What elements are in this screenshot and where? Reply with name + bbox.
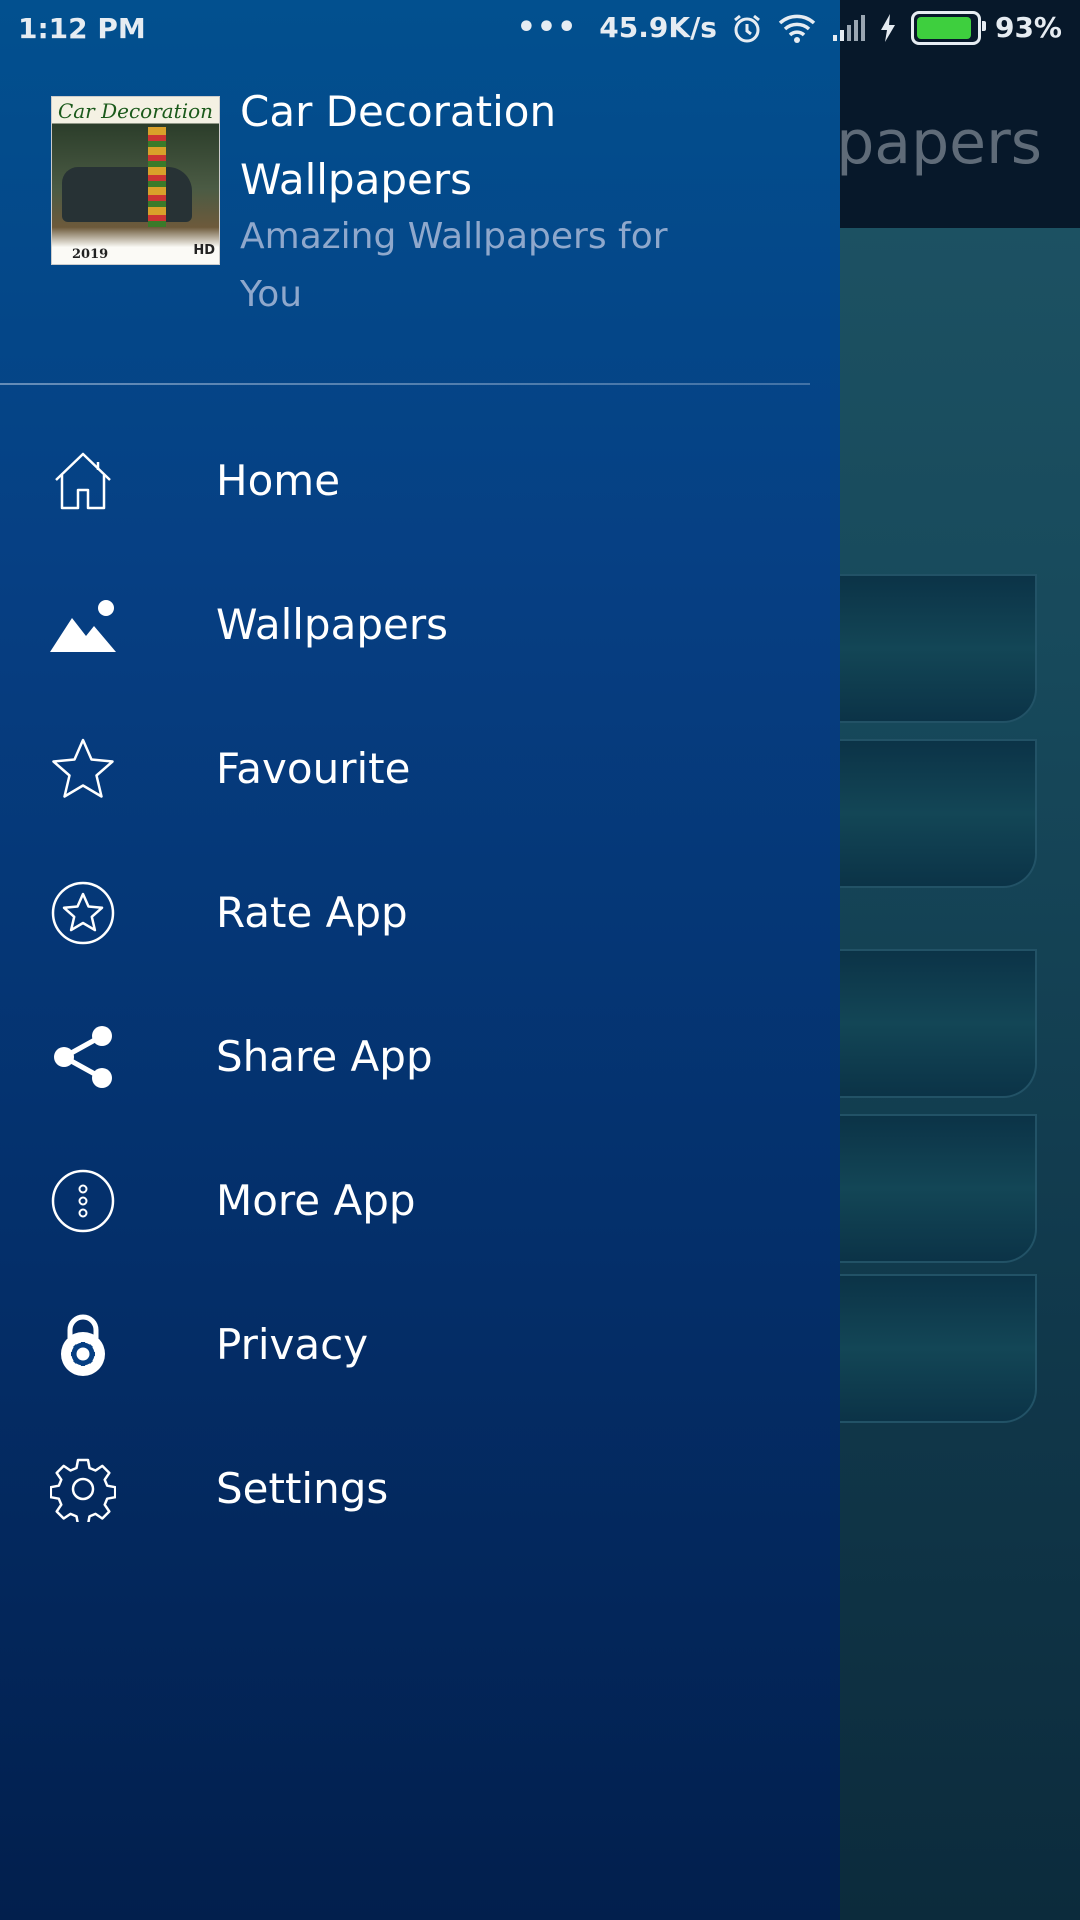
background-title: papers [836, 108, 1042, 178]
menu-item-label: Share App [216, 1032, 433, 1081]
header-divider [0, 383, 810, 385]
menu-item-settings[interactable]: Settings [0, 1416, 840, 1560]
app-subtitle: Amazing Wallpapers for You [240, 216, 668, 315]
menu-item-favourite[interactable]: Favourite [0, 696, 840, 840]
home-icon [50, 448, 116, 514]
status-time: 1:12 PM [18, 12, 146, 45]
menu-item-share-app[interactable]: Share App [0, 984, 840, 1128]
app-title: Car Decoration Wallpapers [240, 87, 557, 204]
alarm-icon [731, 12, 763, 44]
gear-icon [50, 1456, 116, 1522]
menu-item-label: Settings [216, 1464, 389, 1513]
charging-icon [879, 13, 897, 43]
lock-gear-icon [50, 1312, 116, 1378]
battery-percent: 93% [994, 11, 1062, 44]
menu-item-label: Privacy [216, 1320, 369, 1369]
logo-hd-badge: HD [193, 243, 215, 258]
rate-star-circle-icon [50, 880, 116, 946]
navigation-drawer[interactable]: Car Decoration 2019 HD Car Decoration Wa… [0, 0, 840, 1920]
battery-icon [910, 10, 986, 45]
menu-item-rate-app[interactable]: Rate App [0, 840, 840, 984]
menu-item-more-app[interactable]: More App [0, 1128, 840, 1272]
battery-fill [916, 16, 971, 39]
menu-item-label: Home [216, 456, 341, 505]
status-bar: 1:12 PM ••• 45.9K/s 93% [0, 0, 1080, 60]
more-vertical-circle-icon [50, 1168, 116, 1234]
menu-item-label: Favourite [216, 744, 411, 793]
signal-icon [831, 13, 865, 43]
logo-year: 2019 [72, 247, 109, 262]
wifi-icon [777, 12, 817, 44]
menu-item-label: Rate App [216, 888, 408, 937]
battery-tip [981, 20, 986, 31]
image-icon [50, 592, 116, 658]
notification-dots: ••• [516, 10, 578, 45]
app-logo: Car Decoration 2019 HD [51, 96, 220, 265]
menu-item-label: Wallpapers [216, 600, 448, 649]
network-speed: 45.9K/s [599, 11, 717, 44]
logo-car-image [62, 167, 192, 222]
status-icons: ••• 45.9K/s 93% [517, 10, 1062, 45]
menu-item-privacy[interactable]: Privacy [0, 1272, 840, 1416]
logo-flower-garland [148, 127, 166, 227]
menu-item-wallpapers[interactable]: Wallpapers [0, 552, 840, 696]
logo-title: Car Decoration [57, 99, 214, 123]
share-icon [50, 1024, 116, 1090]
star-icon [50, 736, 116, 802]
menu-item-label: More App [216, 1176, 416, 1225]
menu-item-home[interactable]: Home [0, 408, 840, 552]
